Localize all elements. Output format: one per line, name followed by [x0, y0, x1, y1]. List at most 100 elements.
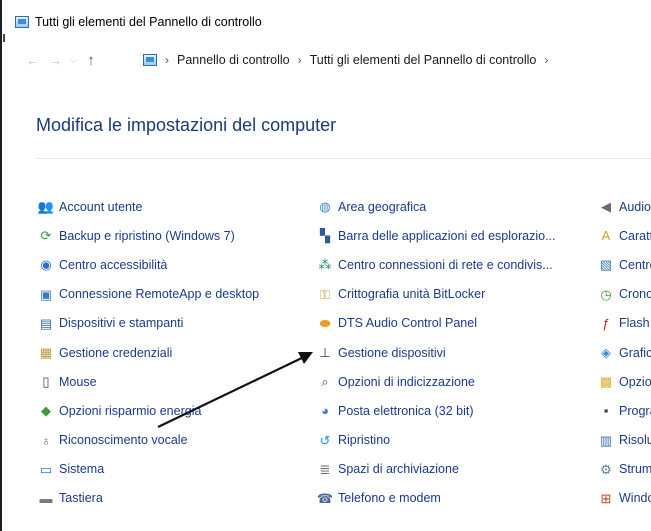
cp-item-label: Gestione credenziali [59, 345, 173, 360]
network-icon: ⁂ [318, 257, 332, 273]
taskbar-icon: ▚ [320, 228, 330, 244]
speaker-icon: ◀ [601, 199, 611, 215]
cp-item-label: Mouse [59, 374, 97, 389]
cp-item-printer[interactable]: ▤ Dispositivi e stampanti [38, 309, 259, 338]
indexing-icon: ⌕ [321, 374, 329, 390]
window-titlebar: Tutti gli elementi del Pannello di contr… [15, 12, 262, 32]
items-column-1: 👥 Account utente ⟳ Backup e ripristino (Win… [38, 192, 259, 513]
address-control-panel-icon [143, 54, 157, 66]
cp-item-storage[interactable]: ≣ Spazi di archiviazione [317, 455, 556, 484]
cp-item-label: Programmi [619, 403, 651, 418]
cp-item-speaker[interactable]: ◀ Audio [598, 192, 651, 221]
globe-icon: ◍ [319, 199, 331, 215]
windows-icon: ⊞ [600, 490, 612, 506]
cp-item-label: Account utente [59, 199, 143, 214]
cp-item-users[interactable]: 👥 Account utente [38, 192, 259, 221]
cp-item-windows[interactable]: ⊞ Windows [598, 484, 651, 513]
breadcrumb-separator: › [165, 53, 169, 67]
cp-item-network[interactable]: ⁂ Centro connessioni di rete e condivis..… [317, 250, 556, 279]
window-title: Tutti gli elementi del Pannello di contr… [35, 15, 262, 29]
cp-item-label: Opzioni risparmio energia [59, 403, 202, 418]
breadcrumb-separator: › [297, 53, 302, 67]
up-arrow-icon[interactable]: ↑ [80, 52, 102, 69]
chevron-down-icon[interactable]: ⌵ [66, 55, 80, 66]
cp-item-label: Strumenti [619, 462, 651, 477]
cp-item-label: Backup e ripristino (Windows 7) [59, 228, 235, 243]
cp-item-label: Sistema [59, 462, 105, 477]
history-icon: ◷ [600, 286, 612, 302]
cp-item-label: Riconoscimento vocale [59, 433, 188, 448]
page-title: Modifica le impostazioni del computer [36, 115, 337, 135]
forward-arrow-icon[interactable]: → [44, 52, 66, 68]
programs-icon: ▪ [603, 403, 609, 419]
cp-item-programs[interactable]: ▪ Programmi [598, 396, 651, 425]
cp-item-label: Centro accessibilità [59, 257, 168, 272]
cp-item-label: Tastiera [59, 491, 103, 506]
cp-item-options[interactable]: ▩ Opzioni [598, 367, 651, 396]
navigation-bar: ← → ⌵ ↑ › Pannello di controllo › Tutti … [0, 45, 651, 75]
cp-item-bitlocker[interactable]: ⚿ Crittografia unità BitLocker [317, 280, 556, 309]
remoteapp-icon: ▣ [39, 286, 53, 302]
fonts-icon: A [601, 228, 611, 244]
cp-item-label: Centro [619, 257, 651, 272]
phone-modem-icon: ☎ [316, 490, 334, 506]
cp-item-recovery[interactable]: ↺ Ripristino [317, 426, 556, 455]
center-icon: ▧ [599, 257, 613, 273]
mail-icon: ◕ [321, 403, 329, 419]
cp-item-dts[interactable]: ⬬ DTS Audio Control Panel [317, 309, 556, 338]
cp-item-label: Cronologia [619, 287, 651, 302]
cp-item-accessibility[interactable]: ◉ Centro accessibilità [38, 250, 259, 279]
cp-item-label: Grafica [619, 345, 651, 360]
cp-item-label: Posta elettronica (32 bit) [338, 403, 474, 418]
cp-item-power[interactable]: ◆ Opzioni risparmio energia [38, 396, 259, 425]
cp-item-fonts[interactable]: A Caratteri [598, 221, 651, 250]
cp-item-label: Windows [619, 491, 651, 506]
cp-item-troubleshoot[interactable]: ▥ Risoluzione [598, 426, 651, 455]
cp-item-indexing[interactable]: ⌕ Opzioni di indicizzazione [317, 367, 556, 396]
cp-item-history[interactable]: ◷ Cronologia [598, 280, 651, 309]
cp-item-center[interactable]: ▧ Centro [598, 250, 651, 279]
items-column-3: ◀ Audio A Caratteri ▧ Centro ◷ Cronologia ƒ Flash… [598, 192, 651, 513]
cp-item-microphone[interactable]: ♁ Riconoscimento vocale [38, 426, 259, 455]
printer-icon: ▤ [39, 315, 53, 331]
tools-icon: ⚙ [600, 461, 612, 477]
cp-item-system[interactable]: ▭ Sistema [38, 455, 259, 484]
cp-item-label: Area geografica [338, 199, 427, 214]
accessibility-icon: ◉ [40, 257, 52, 273]
cp-item-keyboard[interactable]: ▬ Tastiera [38, 484, 259, 513]
cp-item-label: Barra delle applicazioni ed esplorazio..… [338, 228, 556, 243]
left-window-edge [0, 0, 2, 531]
back-arrow-icon[interactable]: ← [22, 52, 44, 68]
cp-item-taskbar[interactable]: ▚ Barra delle applicazioni ed esplorazio.… [317, 221, 556, 250]
cp-item-label: Opzioni [619, 374, 651, 389]
cp-item-label: Connessione RemoteApp e desktop [59, 287, 260, 302]
flash-icon: ƒ [602, 315, 610, 331]
cp-item-globe[interactable]: ◍ Area geografica [317, 192, 556, 221]
cp-item-backup[interactable]: ⟳ Backup e ripristino (Windows 7) [38, 221, 259, 250]
cp-item-phone-modem[interactable]: ☎ Telefono e modem [317, 484, 556, 513]
cp-item-tools[interactable]: ⚙ Strumenti [598, 455, 651, 484]
cp-item-label: Spazi di archiviazione [338, 462, 459, 477]
cp-item-remoteapp[interactable]: ▣ Connessione RemoteApp e desktop [38, 280, 259, 309]
breadcrumb-separator: › [544, 53, 549, 67]
cp-item-flash[interactable]: ƒ Flash [598, 309, 651, 338]
cp-item-label: Flash [619, 316, 650, 331]
cp-item-label: Risoluzione [619, 433, 651, 448]
cp-item-label: Centro connessioni di rete e condivis... [338, 257, 553, 272]
cp-item-label: DTS Audio Control Panel [338, 316, 477, 331]
cp-item-mouse[interactable]: ▯ Mouse [38, 367, 259, 396]
options-icon: ▩ [599, 374, 613, 390]
cp-item-label: Ripristino [338, 433, 391, 448]
cp-item-device-manager[interactable]: ⊥ Gestione dispositivi [317, 338, 556, 367]
breadcrumb-item[interactable]: Tutti gli elementi del Pannello di contr… [310, 53, 537, 67]
address-bar[interactable]: › Pannello di controllo › Tutti gli elem… [143, 45, 548, 75]
dts-icon: ⬬ [319, 315, 331, 331]
cp-item-graphics[interactable]: ◈ Grafica [598, 338, 651, 367]
keyboard-icon: ▬ [39, 490, 53, 506]
backup-icon: ⟳ [40, 228, 52, 244]
control-panel-icon [15, 16, 29, 28]
breadcrumb-item[interactable]: Pannello di controllo [177, 53, 290, 67]
cp-item-label: Telefono e modem [338, 491, 441, 506]
cp-item-credential[interactable]: ▦ Gestione credenziali [38, 338, 259, 367]
cp-item-mail[interactable]: ◕ Posta elettronica (32 bit) [317, 396, 556, 425]
